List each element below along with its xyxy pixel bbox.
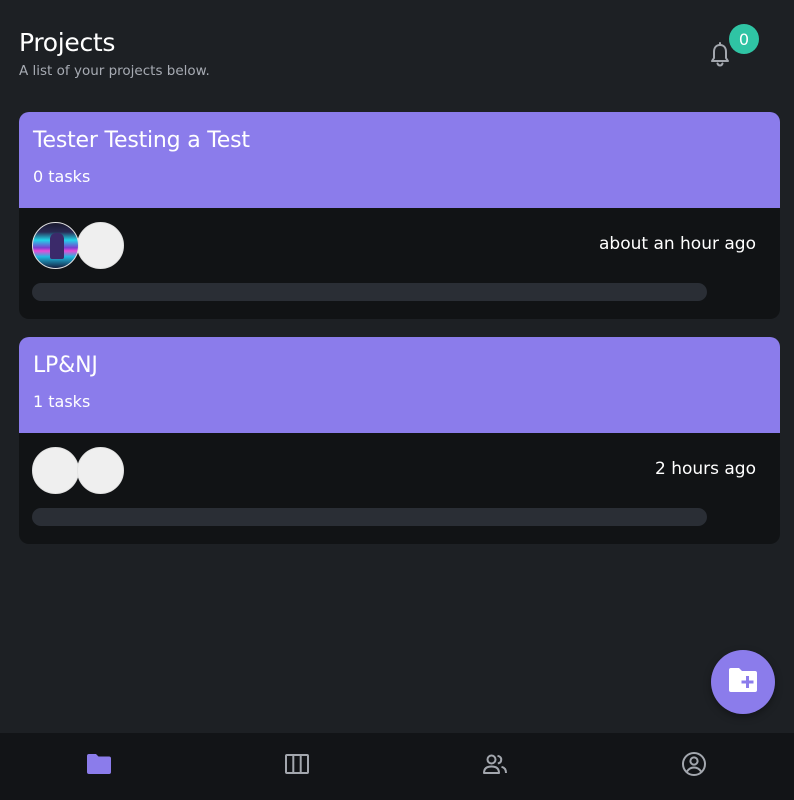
folder-plus-icon: [727, 666, 759, 698]
project-title: Tester Testing a Test: [33, 128, 250, 153]
project-title: LP&NJ: [33, 353, 98, 378]
new-project-button[interactable]: [711, 650, 775, 714]
nav-account-tab[interactable]: [681, 751, 707, 781]
user-photo-avatar: [32, 222, 79, 269]
board-columns-icon: [284, 753, 310, 779]
member-avatars: [32, 222, 124, 269]
project-card-body: about an hour ago: [19, 208, 780, 319]
project-card[interactable]: LP&NJ 1 tasks 2 hours ago: [19, 337, 780, 544]
project-updated-time: about an hour ago: [598, 234, 756, 254]
project-card-header: Tester Testing a Test 0 tasks: [19, 112, 780, 208]
notification-count-badge: 0: [729, 24, 759, 54]
blank-avatar: [77, 222, 124, 269]
blank-avatar: [77, 447, 124, 494]
member-avatars: [32, 447, 124, 494]
project-progress-bar: [32, 508, 707, 526]
page-subtitle: A list of your projects below.: [19, 63, 210, 79]
nav-projects-tab[interactable]: [86, 753, 112, 779]
account-circle-icon: [681, 751, 707, 781]
project-card[interactable]: Tester Testing a Test 0 tasks about an h…: [19, 112, 780, 319]
blank-avatar: [32, 447, 79, 494]
page-header: Projects A list of your projects below.: [19, 28, 210, 79]
nav-team-tab[interactable]: [482, 753, 508, 779]
project-card-header: LP&NJ 1 tasks: [19, 337, 780, 433]
bottom-navigation: [0, 733, 794, 800]
project-updated-time: 2 hours ago: [654, 459, 756, 479]
people-icon: [482, 753, 508, 779]
project-card-body: 2 hours ago: [19, 433, 780, 544]
folder-icon: [86, 753, 112, 779]
projects-screen: Projects A list of your projects below. …: [0, 0, 794, 800]
project-progress-bar: [32, 283, 707, 301]
project-task-count: 1 tasks: [33, 392, 91, 411]
page-title: Projects: [19, 28, 116, 57]
project-task-count: 0 tasks: [33, 167, 91, 186]
nav-board-tab[interactable]: [284, 753, 310, 779]
bell-icon[interactable]: [708, 42, 732, 68]
